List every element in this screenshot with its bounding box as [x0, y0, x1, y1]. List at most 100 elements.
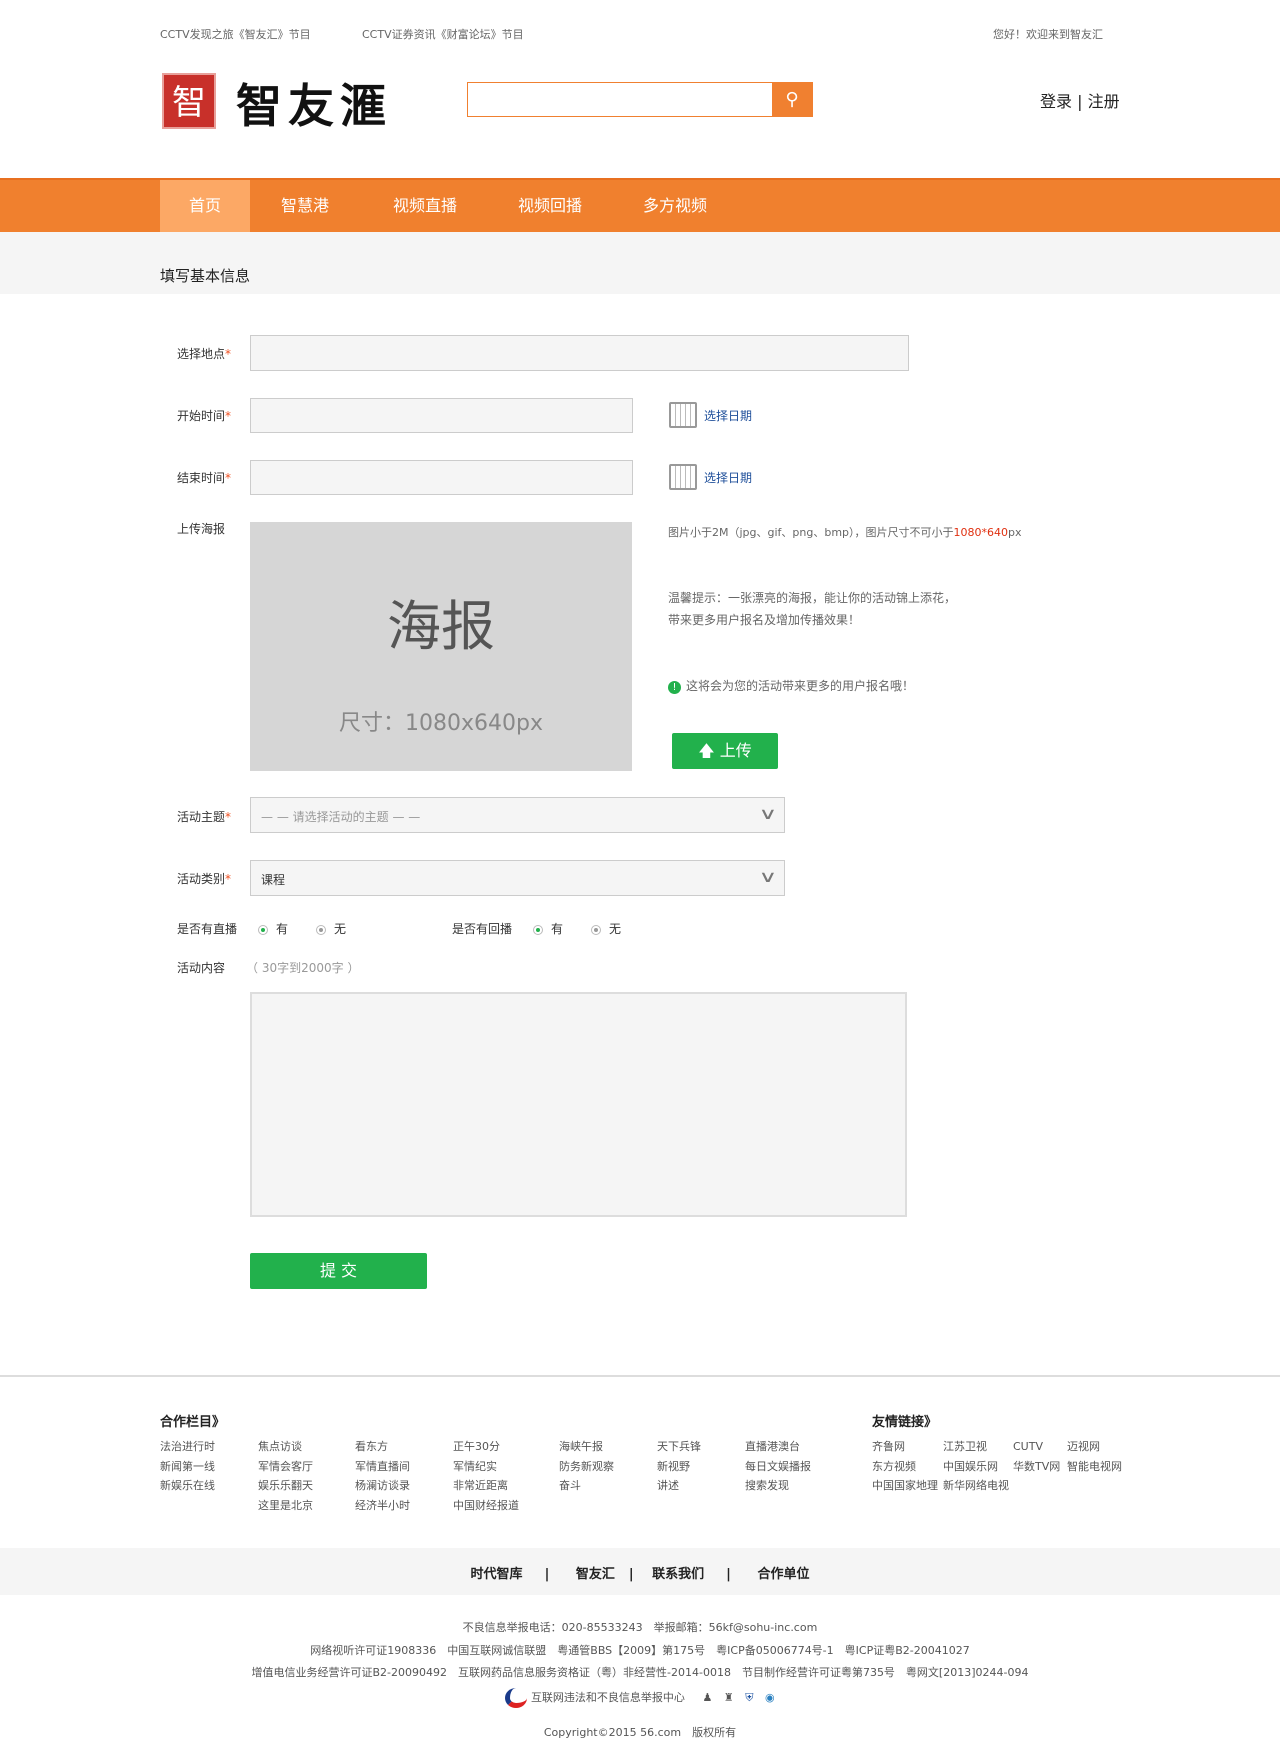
partners-link[interactable]: 海峡午报: [559, 1437, 603, 1457]
partners-link[interactable]: 军情纪实: [453, 1457, 497, 1477]
footer-link-think-tank[interactable]: 时代智库: [471, 1567, 523, 1582]
category-select[interactable]: 课程 ∨: [250, 860, 785, 896]
report-center-link[interactable]: 互联网违法和不良信息举报中心: [531, 1691, 685, 1704]
arrow-up-icon: 🡅: [698, 741, 715, 760]
login-link[interactable]: 登录: [1040, 92, 1072, 111]
friends-link[interactable]: 智能电视网: [1067, 1457, 1122, 1477]
license-info-2: 增值电信业务经营许可证B2-20090492 互联网药品信息服务资格证（粤）非经…: [251, 1666, 1029, 1679]
partners-link[interactable]: 法治进行时: [160, 1437, 215, 1457]
nav-live[interactable]: 视频直播: [380, 180, 470, 232]
partners-link[interactable]: 奋斗: [559, 1476, 581, 1496]
circle-badge-icon[interactable]: ◉: [765, 1691, 775, 1704]
chevron-down-icon: ∨: [758, 867, 778, 886]
poster-label: 上传海报: [177, 522, 226, 536]
upload-button[interactable]: 🡅 上传: [672, 733, 778, 769]
friends-link[interactable]: 新华网络电视: [943, 1476, 1009, 1496]
friends-link[interactable]: 迈视网: [1067, 1437, 1100, 1457]
content-hint: （ 30字到2000字 ）: [246, 961, 360, 975]
friends-title: 友情链接》: [872, 1415, 938, 1430]
friends-link[interactable]: CUTV: [1013, 1437, 1043, 1457]
logo-seal[interactable]: 智: [162, 73, 216, 129]
search-button[interactable]: ⚲: [772, 83, 812, 116]
category-value: 课程: [261, 873, 286, 887]
content-textarea[interactable]: [250, 992, 907, 1217]
start-time-input[interactable]: [250, 398, 633, 433]
partners-link[interactable]: 经济半小时: [355, 1496, 410, 1516]
replay-label: 是否有回播: [452, 922, 513, 936]
theme-label: 活动主题*: [177, 810, 232, 824]
partners-link[interactable]: 正午30分: [453, 1437, 500, 1457]
location-label: 选择地点*: [177, 347, 232, 361]
cyber-police-icon[interactable]: ♜: [724, 1691, 734, 1704]
end-pick-date-link[interactable]: 选择日期: [704, 469, 752, 486]
partners-link[interactable]: 非常近距离: [453, 1476, 508, 1496]
shield-badge-icon[interactable]: ⛨: [745, 1691, 753, 1704]
friends-link[interactable]: 中国国家地理: [872, 1476, 938, 1496]
friends-link[interactable]: 江苏卫视: [943, 1437, 987, 1457]
start-time-label: 开始时间*: [177, 409, 232, 423]
footer-link-zhiyouhui[interactable]: 智友汇: [576, 1567, 615, 1582]
theme-placeholder: — — 请选择活动的主题 — —: [261, 810, 421, 824]
chevron-down-icon: ∨: [758, 804, 778, 823]
partners-link[interactable]: 焦点访谈: [258, 1437, 302, 1457]
welcome-text: 您好！欢迎来到智友汇: [993, 28, 1103, 41]
copyright: Copyright©2015 56.com 版权所有: [543, 1726, 737, 1739]
notice: ! 这将会为您的活动带来更多的用户报名哦！: [668, 677, 914, 694]
calendar-icon[interactable]: [669, 464, 697, 490]
cctv-zhiyouhui-link[interactable]: CCTV发现之旅《智友汇》节目: [160, 26, 311, 42]
nav-replay[interactable]: 视频回播: [505, 180, 595, 232]
footer-bar: 时代智库 | 智友汇 | 联系我们 | 合作单位: [0, 1548, 1280, 1595]
info-icon: !: [668, 681, 681, 694]
partners-link[interactable]: 中国财经报道: [453, 1496, 519, 1516]
logo-text[interactable]: 智友滙: [236, 70, 392, 136]
partners-link[interactable]: 这里是北京: [258, 1496, 313, 1516]
auth-separator: |: [1077, 92, 1083, 111]
nav-multi-video[interactable]: 多方视频: [630, 180, 720, 232]
partners-title: 合作栏目》: [160, 1415, 226, 1430]
partners-link[interactable]: 新视野: [657, 1457, 690, 1477]
search-input[interactable]: [468, 83, 772, 116]
calendar-icon[interactable]: [669, 402, 697, 428]
end-time-input[interactable]: [250, 460, 633, 495]
footer-link-contact[interactable]: 联系我们: [652, 1567, 704, 1582]
partners-link[interactable]: 看东方: [355, 1437, 388, 1457]
submit-button[interactable]: 提 交: [250, 1253, 427, 1289]
theme-select[interactable]: — — 请选择活动的主题 — — ∨: [250, 797, 785, 833]
partners-link[interactable]: 防务新观察: [559, 1457, 614, 1477]
nav-zhihuigang[interactable]: 智慧港: [265, 180, 345, 232]
footer-link-partners[interactable]: 合作单位: [757, 1567, 809, 1582]
partners-link[interactable]: 杨澜访谈录: [355, 1476, 410, 1496]
partners-link[interactable]: 每日文娱播报: [745, 1457, 811, 1477]
register-link[interactable]: 注册: [1088, 92, 1120, 111]
friends-link[interactable]: 中国娱乐网: [943, 1457, 998, 1477]
partners-link[interactable]: 搜索发现: [745, 1476, 789, 1496]
partners-link[interactable]: 新闻第一线: [160, 1457, 215, 1477]
live-yes-radio[interactable]: 有: [258, 920, 288, 937]
main-nav: 首页 智慧港 视频直播 视频回播 多方视频: [0, 178, 1280, 232]
live-no-radio[interactable]: 无: [316, 920, 346, 937]
replay-yes-radio[interactable]: 有: [533, 920, 563, 937]
friends-link[interactable]: 东方视频: [872, 1457, 916, 1477]
nav-home[interactable]: 首页: [160, 180, 250, 232]
report-info: 不良信息举报电话：020-85533243 举报邮箱：56kf@sohu-inc…: [462, 1621, 818, 1634]
section-title: 填写基本信息: [160, 267, 251, 285]
partners-link[interactable]: 军情直播间: [355, 1457, 410, 1477]
partners-link[interactable]: 新娱乐在线: [160, 1476, 215, 1496]
location-input[interactable]: [250, 335, 909, 371]
friends-link[interactable]: 华数TV网: [1013, 1457, 1060, 1477]
category-label: 活动类别*: [177, 872, 232, 886]
tip-line-1: 温馨提示：一张漂亮的海报，能让你的活动锦上添花，: [668, 591, 957, 605]
friends-link[interactable]: 齐鲁网: [872, 1437, 905, 1457]
partners-link[interactable]: 天下兵锋: [657, 1437, 701, 1457]
partners-link[interactable]: 娱乐乐翻天: [258, 1476, 313, 1496]
partners-link[interactable]: 直播港澳台: [745, 1437, 800, 1457]
partners-link[interactable]: 讲述: [657, 1476, 679, 1496]
partners-link[interactable]: 军情会客厅: [258, 1457, 313, 1477]
report-center-logo-icon[interactable]: [505, 1688, 528, 1708]
poster-preview[interactable]: 海报 尺寸：1080x640px: [250, 522, 632, 771]
replay-no-radio[interactable]: 无: [591, 920, 621, 937]
police-badge-icon[interactable]: ♟: [702, 1691, 712, 1704]
start-pick-date-link[interactable]: 选择日期: [704, 407, 752, 424]
license-info-1: 网络视听许可证1908336 中国互联网诚信联盟 粤通管BBS【2009】第17…: [310, 1644, 970, 1657]
cctv-caifu-link[interactable]: CCTV证券资讯《财富论坛》节目: [362, 26, 524, 42]
